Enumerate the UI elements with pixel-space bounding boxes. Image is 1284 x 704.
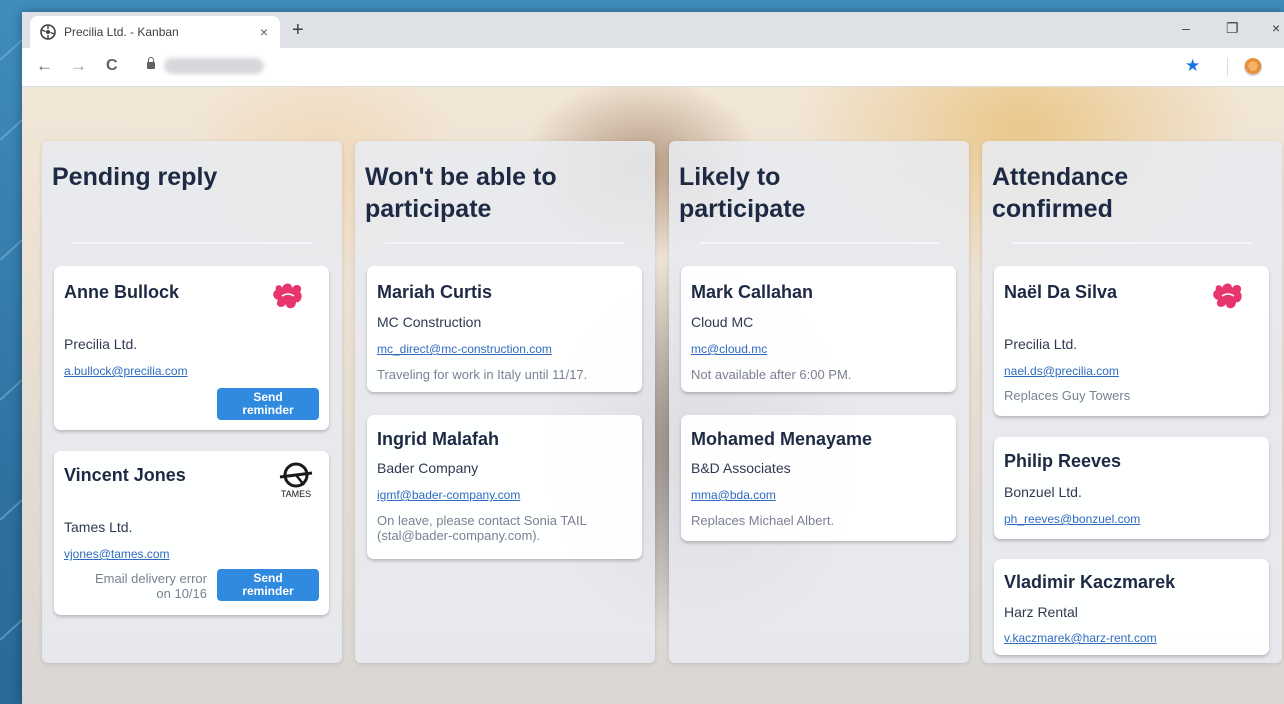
column-divider [1012, 242, 1252, 244]
send-reminder-button[interactable]: Send reminder [217, 569, 319, 601]
tames-logo-icon: TAMES [279, 462, 313, 499]
back-button[interactable]: ← [36, 57, 53, 75]
delivery-error-text: Email delivery error on 10/16 [64, 571, 207, 601]
contact-email[interactable]: vjones@tames.com [64, 547, 170, 561]
reload-button[interactable]: C [106, 57, 118, 75]
contact-company: Harz Rental [1004, 604, 1078, 620]
browser-tab[interactable]: Precilia Ltd. - Kanban × [30, 16, 280, 48]
contact-name: Philip Reeves [1004, 451, 1122, 471]
contact-email[interactable]: ph_reeves@bonzuel.com [1004, 512, 1140, 526]
profile-avatar[interactable] [1244, 58, 1262, 76]
minimize-button[interactable]: – [1182, 20, 1190, 36]
contact-company: Precilia Ltd. [64, 336, 138, 352]
contact-name: Vincent Jones [64, 465, 186, 485]
browser-window: Precilia Ltd. - Kanban × + – ❐ × ← → C ★… [22, 12, 1284, 704]
send-reminder-button[interactable]: Send reminder [217, 388, 319, 420]
contact-name: Mariah Curtis [377, 282, 493, 302]
new-tab-button[interactable]: + [292, 20, 304, 40]
column-divider [699, 242, 939, 244]
contact-card[interactable]: Anne Bullock Precilia Ltd. a.bullock@pre… [54, 266, 329, 430]
contact-name: Naël Da Silva [1004, 282, 1118, 302]
contact-note: Replaces Michael Albert. [691, 513, 835, 528]
contact-name: Anne Bullock [64, 282, 180, 302]
contact-company: Cloud MC [691, 314, 754, 330]
tab-title: Precilia Ltd. - Kanban [64, 25, 179, 39]
column-attendance-confirmed: Attendance confirmed Naël Da Silva Preci… [982, 141, 1282, 663]
contact-email[interactable]: mma@bda.com [691, 488, 776, 502]
column-title: Pending reply [52, 163, 218, 191]
contact-card[interactable]: Mark Callahan Cloud MC mc@cloud.mc Not a… [681, 266, 956, 392]
button-label-line2: reminder [242, 584, 294, 598]
tab-close-icon[interactable]: × [260, 24, 268, 40]
contact-note: Not available after 6:00 PM. [691, 367, 852, 382]
contact-name: Mark Callahan [691, 282, 814, 302]
contact-email[interactable]: mc_direct@mc-construction.com [377, 342, 552, 356]
browser-toolbar: ← → C ★ [22, 48, 1284, 87]
contact-note: On leave, please contact Sonia TAIL (sta… [377, 513, 587, 543]
contact-card[interactable]: Mohamed Menayame B&D Associates mma@bda.… [681, 415, 956, 541]
contact-email[interactable]: v.kaczmarek@harz-rent.com [1004, 631, 1157, 645]
error-line2: on 10/16 [156, 586, 207, 601]
contact-company: B&D Associates [691, 460, 791, 476]
kanban-board: Pending reply Anne Bullock Precilia Ltd.… [22, 87, 1284, 704]
contact-note: Replaces Guy Towers [1004, 388, 1131, 403]
column-divider [385, 242, 625, 244]
contact-company: MC Construction [377, 314, 482, 330]
column-wont-participate: Won't be able to participate Mariah Curt… [355, 141, 655, 663]
address-bar[interactable] [164, 58, 264, 74]
contact-name: Mohamed Menayame [691, 429, 873, 449]
contact-name: Vladimir Kaczmarek [1004, 572, 1176, 592]
contact-card[interactable]: Ingrid Malafah Bader Company igmf@bader-… [367, 415, 642, 559]
contact-email[interactable]: igmf@bader-company.com [377, 488, 520, 502]
button-label-line2: reminder [242, 403, 294, 417]
column-title: Attendance confirmed [992, 163, 1129, 223]
forward-button[interactable]: → [70, 57, 87, 75]
contact-email[interactable]: a.bullock@precilia.com [64, 364, 188, 378]
contact-company: Tames Ltd. [64, 519, 133, 535]
contact-email[interactable]: mc@cloud.mc [691, 342, 767, 356]
contact-note: Traveling for work in Italy until 11/17. [377, 367, 588, 382]
column-title: Won't be able to participate [365, 163, 557, 223]
contact-name: Ingrid Malafah [377, 429, 500, 449]
restore-button[interactable]: ❐ [1226, 20, 1239, 37]
column-pending-reply: Pending reply Anne Bullock Precilia Ltd.… [42, 141, 342, 663]
contact-card[interactable]: Naël Da Silva Precilia Ltd. nael.ds@prec… [994, 266, 1269, 416]
error-line1: Email delivery error [95, 571, 207, 586]
precilia-logo-icon [1213, 283, 1242, 309]
contact-email[interactable]: nael.ds@precilia.com [1004, 364, 1119, 378]
contact-company: Bader Company [377, 460, 479, 476]
contact-company: Precilia Ltd. [1004, 336, 1078, 352]
contact-card[interactable]: Vincent Jones TAMES Tames Ltd. vjones@ta… [54, 451, 329, 615]
column-divider [72, 242, 312, 244]
contact-card[interactable]: Vladimir Kaczmarek Harz Rental v.kaczmar… [994, 559, 1269, 655]
favicon-icon [40, 24, 56, 40]
column-likely-to-participate: Likely to participate Mark Callahan Clou… [669, 141, 969, 663]
contact-company: Bonzuel Ltd. [1004, 484, 1082, 500]
bookmark-star-icon[interactable]: ★ [1185, 56, 1200, 76]
close-window-button[interactable]: × [1272, 20, 1280, 36]
contact-card[interactable]: Philip Reeves Bonzuel Ltd. ph_reeves@bon… [994, 437, 1269, 539]
toolbar-divider [1227, 58, 1228, 76]
precilia-logo-icon [273, 283, 302, 309]
tab-strip: Precilia Ltd. - Kanban × + – ❐ × [22, 12, 1284, 48]
lock-icon [147, 57, 155, 69]
contact-card[interactable]: Mariah Curtis MC Construction mc_direct@… [367, 266, 642, 392]
column-title: Likely to participate [679, 163, 806, 223]
tames-logo-text: TAMES [281, 489, 311, 499]
